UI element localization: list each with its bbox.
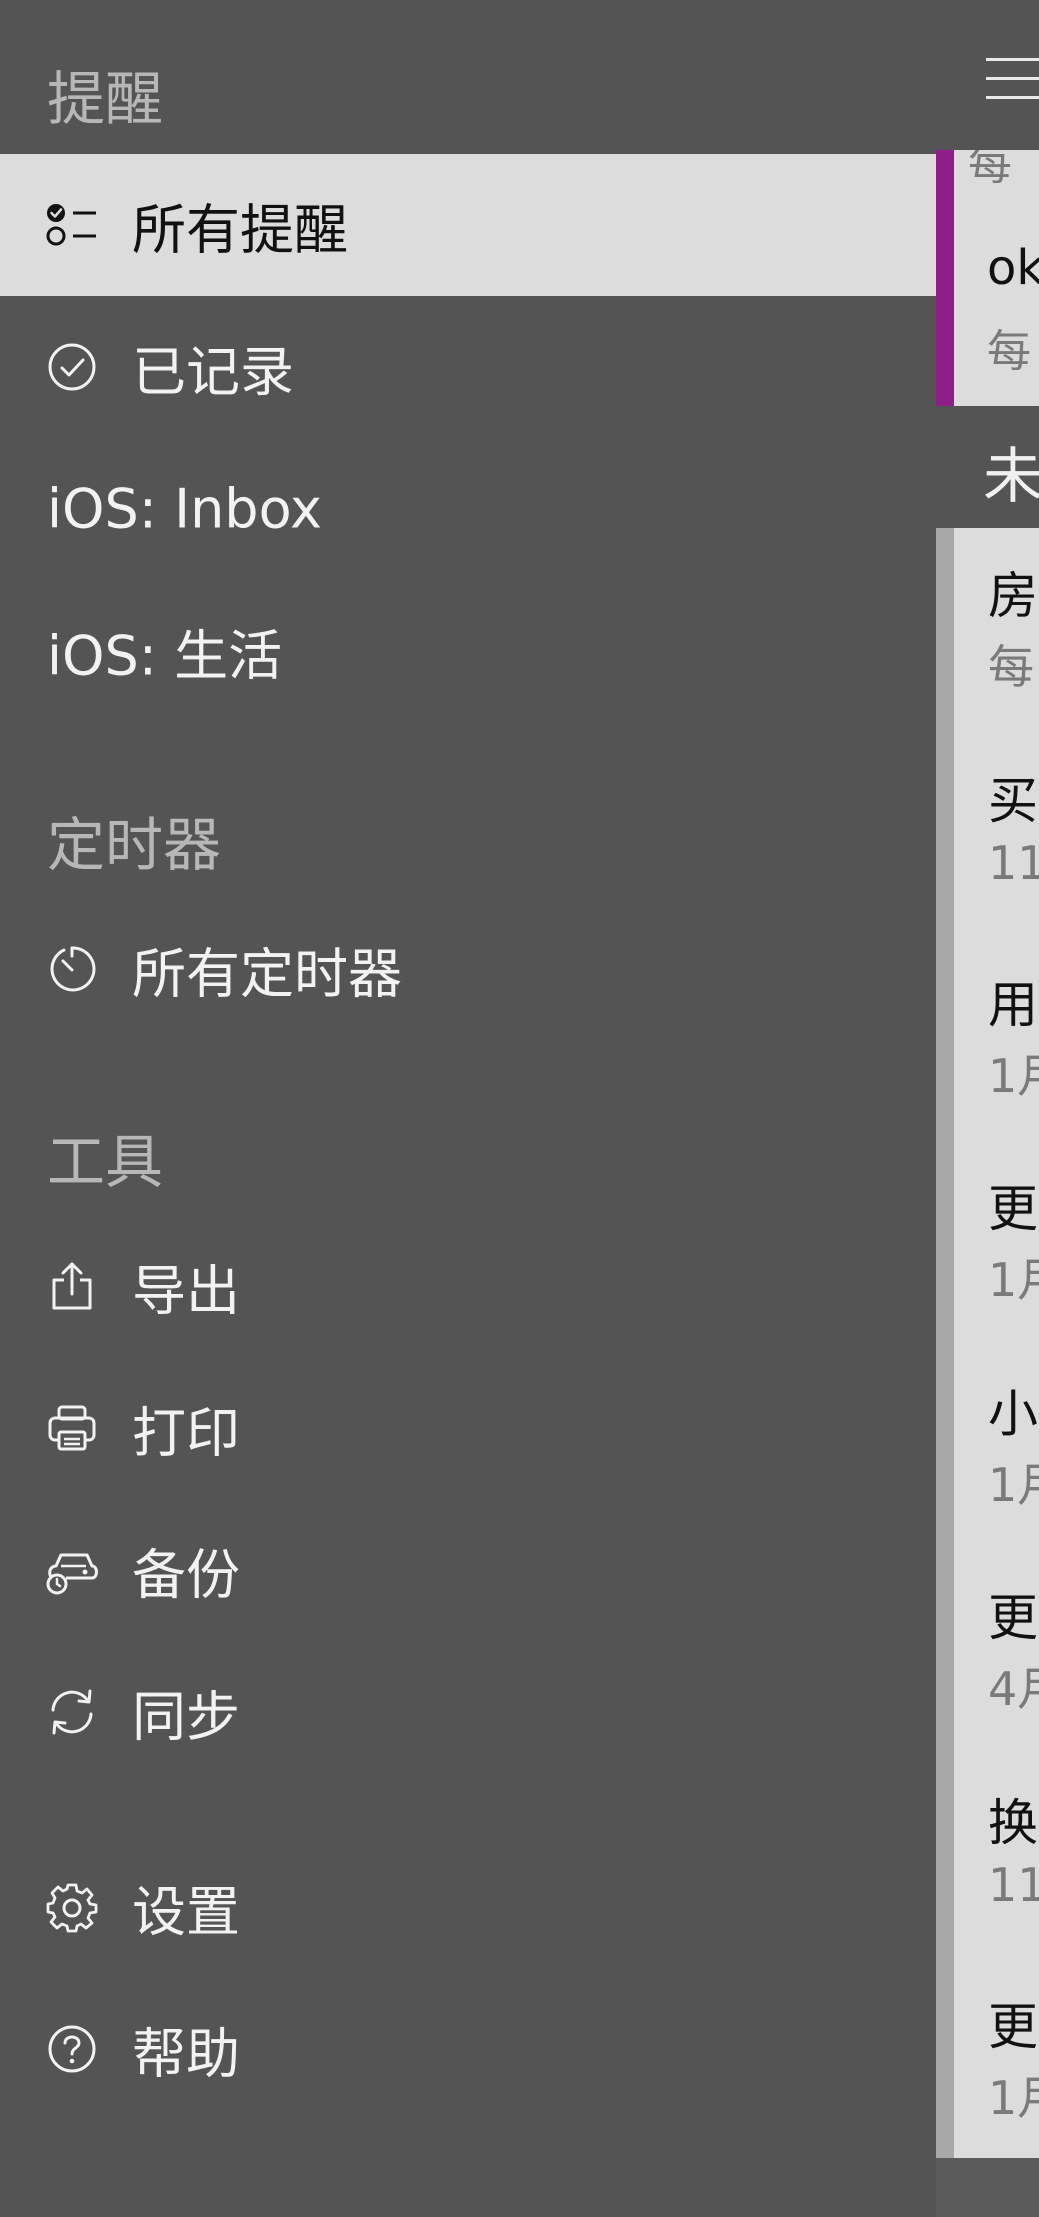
export-icon <box>46 1260 98 1312</box>
nav-item-ios-life[interactable]: iOS: 生活 <box>0 580 936 722</box>
reminder-list: 房 每 买 11 用 1月 更 1月 小 1月 更 4月 <box>936 528 1039 2158</box>
nav-item-label: iOS: Inbox <box>47 477 322 541</box>
list-item-title: 更 <box>988 1589 1038 1647</box>
list-item-title: 房 <box>988 567 1038 625</box>
nav-item-label: 所有提醒 <box>132 198 348 262</box>
list-section-header: 未 <box>936 406 1039 528</box>
nav-item-label: iOS: 生活 <box>47 624 283 688</box>
list-item-subtitle: 每 <box>988 640 1034 694</box>
nav-item-help[interactable]: 帮助 <box>0 1978 936 2120</box>
nav-item-label: 已记录 <box>132 340 294 404</box>
nav-item-backup[interactable]: 备份 <box>0 1499 936 1641</box>
help-icon <box>46 2023 98 2075</box>
nav-item-label: 备份 <box>132 1543 240 1607</box>
sync-icon <box>46 1686 98 1738</box>
list-item-title: 用 <box>988 976 1038 1034</box>
list-item-title: 更 <box>988 1180 1038 1238</box>
accent-bar <box>936 150 954 406</box>
backup-icon <box>46 1544 98 1596</box>
section-title-timers: 定时器 <box>47 811 222 879</box>
nav-item-label: 打印 <box>132 1401 240 1465</box>
nav-item-label: 设置 <box>132 1880 240 1944</box>
reminder-title[interactable]: ok <box>987 240 1039 296</box>
nav-item-sync[interactable]: 同步 <box>0 1641 936 1783</box>
gear-icon <box>46 1881 98 1933</box>
section-header-text: 未 <box>983 442 1039 512</box>
printer-icon <box>46 1402 98 1454</box>
check-circle-icon <box>46 341 98 393</box>
list-item-title: 换 <box>988 1794 1038 1852</box>
list-item-title: 买 <box>988 772 1038 830</box>
reminder-list-panel: 每 ok 每 未 房 每 买 11 用 1月 更 1月 <box>936 0 1039 2217</box>
nav-item-label: 导出 <box>132 1259 240 1323</box>
nav-item-logged[interactable]: 已记录 <box>0 296 936 438</box>
nav-item-label: 同步 <box>132 1685 240 1749</box>
reminder-subtitle: 每 <box>987 326 1031 377</box>
list-item-subtitle: 11 <box>988 1858 1039 1912</box>
checklist-icon <box>46 199 98 251</box>
list-item-subtitle: 1月 <box>988 1049 1039 1103</box>
section-title-reminders: 提醒 <box>47 65 164 133</box>
list-top-bar <box>936 0 1039 150</box>
list-item-subtitle: 4月 <box>988 1662 1039 1716</box>
list-item-subtitle: 1月 <box>988 1458 1039 1512</box>
timer-icon <box>46 943 98 995</box>
list-item-title: 小 <box>988 1385 1038 1443</box>
list-item-subtitle: 11 <box>988 836 1039 890</box>
pinned-reminder-group: 每 ok 每 <box>936 150 1039 406</box>
navigation-drawer: 提醒 所有提醒 已记录 iOS: Inbox iOS: 生活 定时器 所有定时器… <box>0 0 936 2217</box>
hamburger-icon[interactable] <box>986 58 1039 102</box>
list-item-subtitle: 1月 <box>988 1253 1039 1307</box>
nav-item-label: 所有定时器 <box>132 942 402 1006</box>
list-item-title: 更 <box>988 1998 1038 2056</box>
list-item-subtitle: 1月 <box>988 2071 1039 2125</box>
nav-item-print[interactable]: 打印 <box>0 1357 936 1499</box>
nav-item-ios-inbox[interactable]: iOS: Inbox <box>0 438 936 580</box>
nav-item-settings[interactable]: 设置 <box>0 1836 936 1978</box>
list-gutter <box>936 528 954 2158</box>
nav-item-export[interactable]: 导出 <box>0 1215 936 1357</box>
nav-item-all-reminders[interactable]: 所有提醒 <box>0 154 936 296</box>
nav-item-label: 帮助 <box>132 2022 240 2086</box>
section-title-tools: 工具 <box>47 1128 164 1196</box>
reminder-subtitle: 每 <box>968 150 1012 190</box>
nav-item-all-timers[interactable]: 所有定时器 <box>0 898 936 1040</box>
